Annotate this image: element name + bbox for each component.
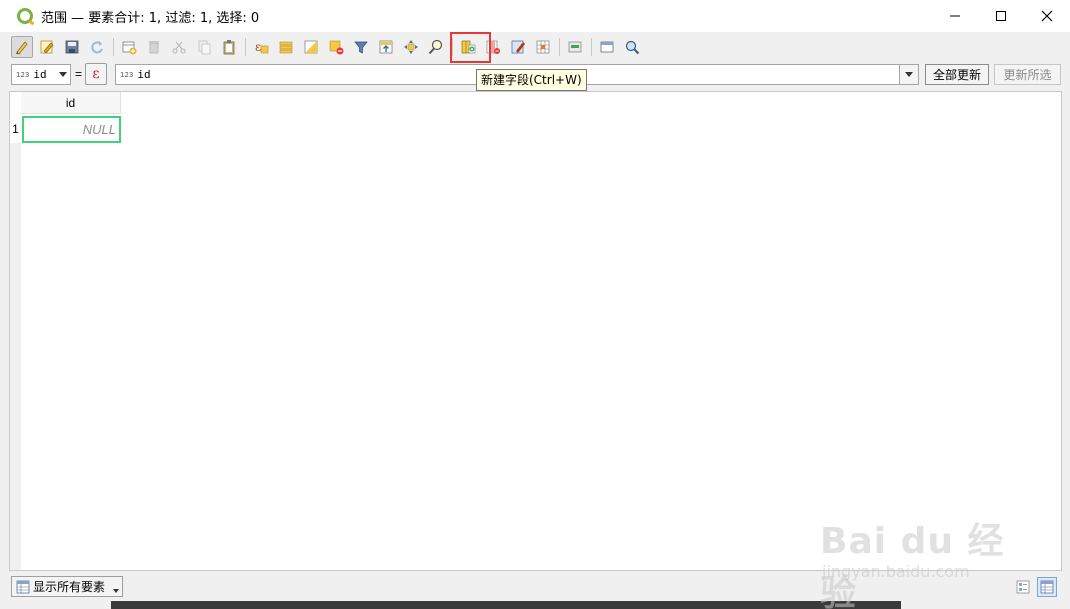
select-by-expression-button[interactable]: ε [250, 36, 272, 58]
multi-edit-button[interactable] [36, 36, 58, 58]
new-field-tooltip: 新建字段(Ctrl+W) [476, 69, 587, 91]
toolbar-separator [245, 37, 246, 56]
field-select-value: id [33, 68, 47, 81]
invert-selection-icon [304, 40, 318, 53]
attribute-table-window: 范围 — 要素合计: 1, 过滤: 1, 选择: 0 ε 新建字段(Ctrl+W… [0, 0, 1070, 609]
close-button[interactable] [1024, 0, 1070, 32]
zoom-map-button[interactable] [621, 36, 643, 58]
update-selected-button[interactable]: 更新所选 [994, 64, 1061, 85]
attribute-table[interactable]: id 1 NULL [9, 91, 1062, 571]
add-feature-button[interactable] [118, 36, 140, 58]
filter-button[interactable] [350, 36, 372, 58]
dock-button[interactable] [596, 36, 618, 58]
actions-icon [568, 41, 582, 52]
table-icon [16, 580, 30, 593]
background-map-strip [111, 601, 901, 609]
select-all-button[interactable] [275, 36, 297, 58]
toolbar-separator [559, 37, 560, 56]
field-calculator-button[interactable] [507, 36, 529, 58]
save-edits-button[interactable] [61, 36, 83, 58]
new-field-highlight [450, 32, 491, 63]
table-view-icon [1040, 580, 1054, 594]
expression-builder-button[interactable]: ε [85, 63, 107, 85]
select-all-icon [279, 41, 293, 53]
table-cell[interactable]: NULL [22, 116, 121, 143]
pan-to-selection-icon [404, 39, 418, 54]
multi-edit-icon [40, 40, 54, 53]
qgis-logo-icon [17, 8, 33, 24]
table-corner[interactable] [10, 92, 21, 114]
expression-value: id [137, 68, 151, 81]
minimize-icon [950, 15, 960, 17]
invert-selection-button[interactable] [300, 36, 322, 58]
status-bar: 显示所有要素 [0, 573, 1070, 601]
row-header[interactable]: 1 [10, 115, 21, 142]
toolbar-separator [113, 37, 114, 56]
pan-to-selection-button[interactable] [400, 36, 422, 58]
conditional-formatting-icon [536, 40, 550, 53]
actions-button[interactable] [564, 36, 586, 58]
move-selection-top-button[interactable] [375, 36, 397, 58]
zoom-map-icon [625, 40, 640, 54]
reload-icon [91, 40, 103, 53]
cut-icon [172, 41, 186, 53]
deselect-button[interactable] [325, 36, 347, 58]
reload-button[interactable] [86, 36, 108, 58]
feature-filter-button[interactable]: 显示所有要素 [11, 576, 123, 597]
conditional-formatting-button[interactable] [532, 36, 554, 58]
select-by-expression-icon: ε [255, 40, 269, 54]
window-title: 范围 — 要素合计: 1, 过滤: 1, 选择: 0 [41, 10, 260, 26]
expression-type-badge: 123 [120, 70, 134, 79]
row-header-column [10, 143, 21, 570]
cut-button[interactable] [168, 36, 190, 58]
copy-button[interactable] [193, 36, 215, 58]
chevron-down-icon [59, 72, 67, 77]
table-view-button[interactable] [1037, 577, 1057, 597]
close-icon [1041, 10, 1053, 22]
filter-icon [354, 41, 368, 54]
zoom-to-selection-icon [428, 39, 443, 54]
title-bar: 范围 — 要素合计: 1, 过滤: 1, 选择: 0 [0, 0, 1070, 32]
maximize-icon [996, 11, 1006, 21]
copy-icon [198, 40, 211, 54]
column-header-id[interactable]: id [21, 92, 121, 114]
delete-feature-icon [149, 40, 159, 53]
form-view-button[interactable] [1013, 577, 1033, 597]
expression-history-dropdown[interactable] [899, 64, 919, 85]
move-selection-top-icon [379, 40, 393, 53]
form-view-icon [1016, 580, 1030, 594]
toolbar-separator [591, 37, 592, 56]
feature-filter-label: 显示所有要素 [33, 580, 106, 594]
delete-feature-button[interactable] [143, 36, 165, 58]
save-edits-icon [65, 40, 79, 53]
paste-button[interactable] [218, 36, 240, 58]
field-select[interactable]: 123 id [11, 64, 71, 85]
field-type-badge: 123 [16, 70, 30, 79]
zoom-to-selection-button[interactable] [425, 36, 447, 58]
minimize-button[interactable] [932, 0, 978, 32]
dock-icon [600, 41, 614, 52]
window-controls [932, 0, 1070, 32]
field-calculator-icon [511, 40, 525, 53]
paste-icon [223, 39, 235, 54]
equals-sign: = [75, 67, 83, 81]
toggle-editing-button[interactable] [11, 35, 33, 58]
deselect-icon [329, 40, 344, 54]
update-all-button[interactable]: 全部更新 [925, 64, 989, 85]
chevron-down-icon [113, 589, 119, 593]
add-feature-icon [122, 41, 137, 54]
header-empty-area [121, 92, 1061, 114]
maximize-button[interactable] [978, 0, 1024, 32]
svg-text:ε: ε [255, 40, 261, 54]
attribute-toolbar: ε [0, 32, 1070, 61]
toggle-editing-icon [16, 40, 28, 55]
